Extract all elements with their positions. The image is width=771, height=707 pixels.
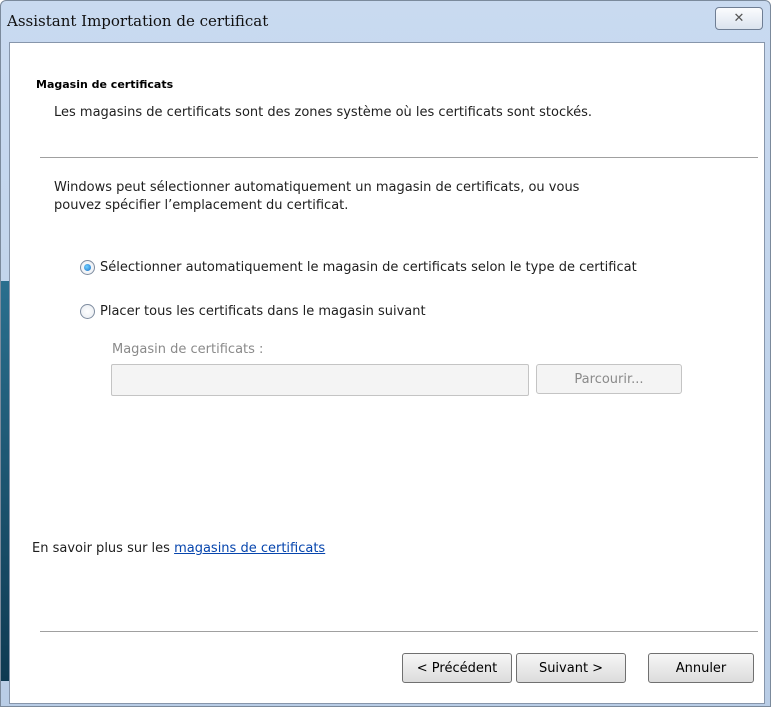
next-button[interactable]: Suivant > xyxy=(516,653,626,683)
browse-button[interactable]: Parcourir... xyxy=(536,364,682,394)
cancel-button[interactable]: Annuler xyxy=(648,653,754,683)
radio-button-selected[interactable] xyxy=(80,260,95,275)
header-divider xyxy=(40,157,758,158)
radio-dot-icon xyxy=(84,264,91,271)
intro-line-1: Windows peut sélectionner automatiquemen… xyxy=(54,180,580,195)
page-description: Les magasins de certificats sont des zon… xyxy=(54,105,593,120)
learn-more-link[interactable]: magasins de certificats xyxy=(174,541,325,556)
close-icon: ✕ xyxy=(733,11,745,26)
wizard-content: Magasin de certificats Les magasins de c… xyxy=(9,42,765,704)
intro-line-2: pouvez spécifier l’emplacement du certif… xyxy=(54,198,349,213)
radio-button-unselected[interactable] xyxy=(80,304,95,319)
store-field[interactable] xyxy=(111,364,529,396)
title-bar[interactable]: Assistant Importation de certificat ✕ xyxy=(1,1,770,41)
page-title: Magasin de certificats xyxy=(36,78,174,91)
store-label: Magasin de certificats : xyxy=(112,342,264,357)
learn-more: En savoir plus sur les magasins de certi… xyxy=(32,541,325,556)
footer-divider xyxy=(40,631,758,632)
back-button[interactable]: < Précédent xyxy=(402,653,512,683)
intro-text: Windows peut sélectionner automatiquemen… xyxy=(54,179,654,215)
learn-more-prefix: En savoir plus sur les xyxy=(32,541,175,556)
dialog-window: Assistant Importation de certificat ✕ Ma… xyxy=(0,0,771,707)
radio-auto-label[interactable]: Sélectionner automatiquement le magasin … xyxy=(100,260,637,275)
radio-auto-select[interactable]: Sélectionner automatiquement le magasin … xyxy=(80,260,637,275)
window-title: Assistant Importation de certificat xyxy=(7,12,269,30)
radio-manual-label[interactable]: Placer tous les certificats dans le maga… xyxy=(100,304,426,319)
close-button[interactable]: ✕ xyxy=(715,7,763,30)
radio-manual-store[interactable]: Placer tous les certificats dans le maga… xyxy=(80,304,426,319)
